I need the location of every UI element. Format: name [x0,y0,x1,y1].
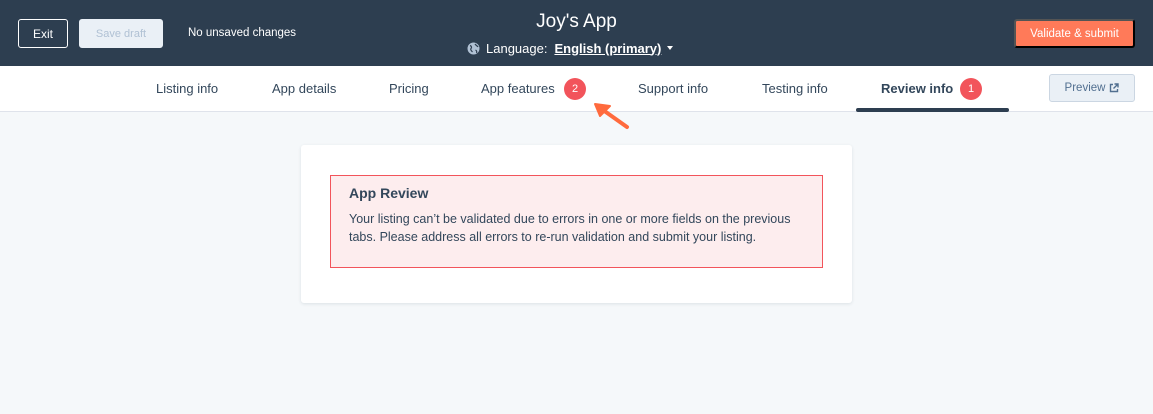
tab-app-features[interactable]: App features [481,66,555,111]
language-selector[interactable]: Language: English (primary) [467,40,674,56]
top-header-bar: Exit Save draft No unsaved changes Joy's… [0,0,1153,66]
tab-review-info[interactable]: Review info [881,66,953,111]
external-link-icon [1110,83,1120,93]
tab-app-details[interactable]: App details [272,66,336,111]
language-label: Language: [486,40,548,56]
preview-label: Preview [1064,82,1106,94]
preview-button[interactable]: Preview [1049,74,1135,102]
tab-support-info[interactable]: Support info [638,66,708,111]
review-info-error-badge: 1 [960,78,982,100]
alert-title: App Review [349,185,429,201]
tab-pricing[interactable]: Pricing [389,66,429,111]
active-tab-indicator [856,108,1009,112]
pointer-arrow-icon [594,103,629,129]
app-title: Joy's App [536,11,617,32]
alert-message: Your listing can’t be validated due to e… [349,212,791,244]
app-review-alert: App Review Your listing can’t be validat… [330,175,823,268]
validate-submit-button[interactable]: Validate & submit [1014,19,1135,48]
globe-icon [467,42,480,55]
tab-listing-info[interactable]: Listing info [156,66,218,111]
app-features-error-badge: 2 [564,78,586,100]
tab-testing-info[interactable]: Testing info [762,66,828,111]
language-value[interactable]: English (primary) [554,41,661,56]
caret-down-icon [667,46,674,50]
